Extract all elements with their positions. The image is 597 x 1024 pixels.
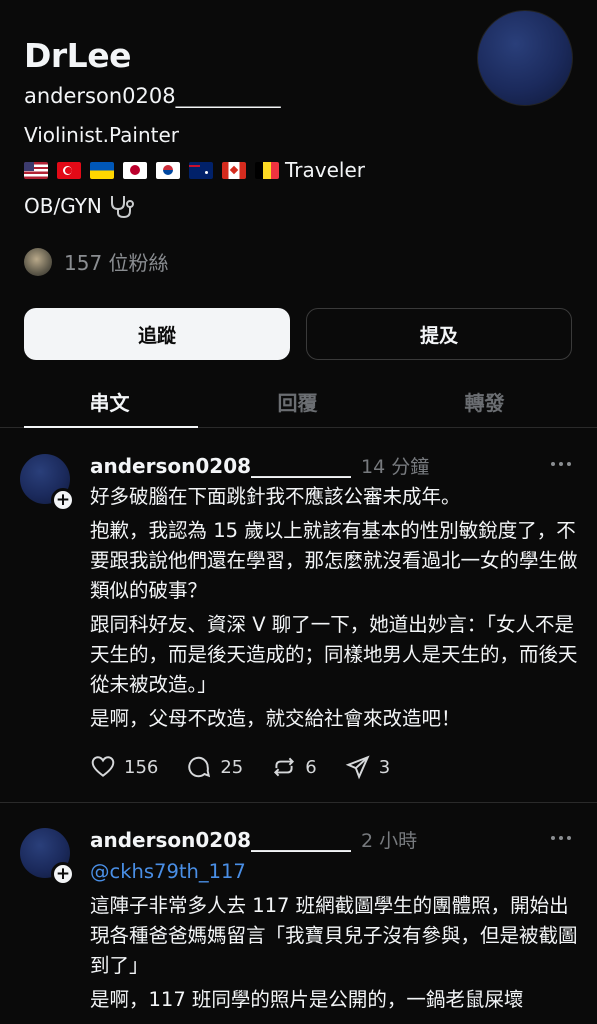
ukraine-flag-icon <box>90 161 114 179</box>
belgium-flag-icon <box>255 161 279 179</box>
bio-line-2: Traveler <box>24 158 365 182</box>
followers-row[interactable]: 157 位粉絲 <box>24 247 169 276</box>
like-button[interactable]: 156 <box>90 754 158 780</box>
follow-button[interactable]: 追蹤 <box>24 308 290 360</box>
share-button[interactable]: 3 <box>345 754 390 780</box>
heart-icon <box>91 756 115 777</box>
japan-flag-icon <box>123 161 147 179</box>
profile-header: DrLee anderson0208__________ Violinist.P… <box>0 0 597 428</box>
tab-reposts[interactable]: 轉發 <box>385 380 584 426</box>
post-paragraph: 這陣子非常多人去 117 班網截圖學生的團體照，開始出現各種爸爸媽媽留言「我寶貝… <box>90 894 578 977</box>
mention-button[interactable]: 提及 <box>306 308 572 360</box>
follower-avatar <box>24 247 52 276</box>
tab-replies[interactable]: 回覆 <box>198 380 397 426</box>
post-paragraph: 跟同科好友、資深 V 聊了一下，她道出妙言：「女人不是天生的，而是後天造成的；同… <box>90 613 578 696</box>
post-paragraph: 是啊，117 班同學的照片是公開的，一鍋老鼠屎壞 <box>90 988 524 1011</box>
post-timestamp: 14 分鐘 <box>361 456 430 478</box>
post-body: 好多破腦在下面跳針我不應該公審未成年。 抱歉，我認為 15 歲以上就該有基本的性… <box>90 482 580 738</box>
stethoscope-icon <box>110 196 134 219</box>
comment-count: 25 <box>220 756 244 778</box>
canada-flag-icon <box>222 161 246 179</box>
more-options-icon[interactable] <box>551 459 575 469</box>
followers-count: 157 位粉絲 <box>64 251 169 275</box>
follow-plus-icon[interactable]: + <box>51 488 75 512</box>
post-author[interactable]: anderson0208__________ <box>90 454 351 478</box>
post-paragraph: 好多破腦在下面跳針我不應該公審未成年。 <box>90 485 461 508</box>
tab-threads[interactable]: 串文 <box>10 380 209 426</box>
comment-button[interactable]: 25 <box>186 754 243 780</box>
bio-line-3: OB/GYN <box>24 193 136 219</box>
post-mention-link[interactable]: @ckhs79th_117 <box>90 857 580 887</box>
display-name: DrLee <box>24 36 131 75</box>
post-paragraph: 是啊，父母不改造，就交給社會來改造吧！ <box>90 707 461 730</box>
bio-occupation: OB/GYN <box>24 194 102 218</box>
post-header: anderson0208__________ 14 分鐘 <box>90 452 429 479</box>
korea-flag-icon <box>156 161 180 179</box>
thread-post[interactable]: + anderson0208__________ 2 小時 @ckhs79th_… <box>0 804 597 1024</box>
us-flag-icon <box>24 161 48 179</box>
bio-line-1: Violinist.Painter <box>24 123 180 147</box>
post-actions: 156 25 6 3 <box>90 754 418 780</box>
send-icon <box>345 755 370 780</box>
thread-post[interactable]: + anderson0208__________ 14 分鐘 好多破腦在下面跳針… <box>0 428 597 803</box>
post-body: @ckhs79th_117 這陣子非常多人去 117 班網截圖學生的團體照，開始… <box>90 857 580 1019</box>
repost-icon <box>274 757 295 777</box>
bio-traveler: Traveler <box>285 158 365 182</box>
follow-plus-icon[interactable]: + <box>51 862 75 886</box>
post-paragraph: 抱歉，我認為 15 歲以上就該有基本的性別敏銳度了，不要跟我說他們還在學習，那怎… <box>90 519 578 602</box>
post-header: anderson0208__________ 2 小時 <box>90 826 417 853</box>
australia-flag-icon <box>189 161 213 179</box>
comment-icon <box>188 756 211 778</box>
turkey-flag-icon <box>57 161 81 179</box>
post-author[interactable]: anderson0208__________ <box>90 828 351 852</box>
share-count: 3 <box>378 756 391 778</box>
profile-tabs: 串文 回覆 轉發 <box>0 380 597 428</box>
flag-list <box>24 161 279 179</box>
like-count: 156 <box>124 756 159 778</box>
repost-count: 6 <box>305 756 317 778</box>
post-timestamp: 2 小時 <box>361 830 418 852</box>
profile-handle[interactable]: anderson0208__________ <box>24 84 281 108</box>
repost-button[interactable]: 6 <box>271 754 317 780</box>
more-options-icon[interactable] <box>551 833 575 843</box>
profile-avatar[interactable] <box>477 10 573 106</box>
